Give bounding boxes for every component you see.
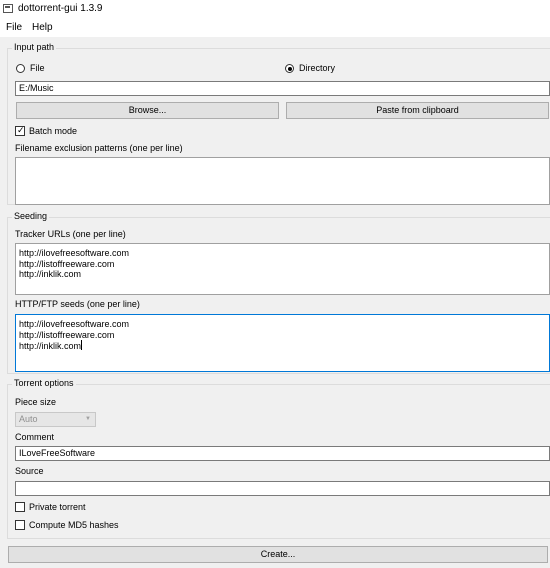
source-label: Source	[15, 466, 44, 476]
window-title: dottorrent-gui 1.3.9	[18, 3, 103, 14]
tracker-url-line: http://ilovefreesoftware.com	[19, 248, 130, 258]
input-path-group-title: Input path	[12, 42, 57, 52]
tracker-urls-label: Tracker URLs (one per line)	[15, 229, 126, 239]
paste-from-clipboard-button[interactable]: Paste from clipboard	[286, 102, 549, 119]
file-radio-label[interactable]: File	[30, 63, 45, 73]
exclusion-patterns-label: Filename exclusion patterns (one per lin…	[15, 143, 183, 153]
piece-size-select[interactable]: Auto ▼	[15, 412, 96, 427]
source-input[interactable]	[15, 481, 550, 496]
menu-bar: File Help	[0, 19, 550, 37]
seed-url-line: http://ilovefreesoftware.com	[19, 319, 130, 329]
private-torrent-label[interactable]: Private torrent	[29, 502, 86, 512]
piece-size-label: Piece size	[15, 397, 57, 407]
create-button[interactable]: Create...	[8, 546, 548, 563]
torrent-options-group-title: Torrent options	[12, 378, 76, 388]
comment-input[interactable]: ILoveFreeSoftware	[15, 446, 550, 461]
batch-mode-label[interactable]: Batch mode	[29, 126, 77, 136]
compute-md5-checkbox[interactable]	[15, 520, 25, 530]
path-input[interactable]: E:/Music	[15, 81, 550, 96]
torrent-options-group	[7, 384, 550, 539]
menu-help[interactable]: Help	[32, 22, 53, 33]
seeding-group-title: Seeding	[12, 211, 50, 221]
piece-size-value: Auto	[19, 414, 38, 424]
seed-url-line: http://inklik.com	[19, 340, 546, 352]
http-seeds-textarea[interactable]: http://ilovefreesoftware.com http://list…	[15, 314, 550, 372]
seed-url-text: http://inklik.com	[19, 341, 82, 351]
tracker-url-line: http://inklik.com	[19, 269, 82, 279]
seed-url-line: http://listoffreeware.com	[19, 329, 115, 340]
batch-mode-checkbox[interactable]: ✓	[15, 125, 25, 136]
tracker-url-line: http://listoffreeware.com	[19, 258, 115, 269]
private-torrent-checkbox[interactable]	[15, 502, 25, 512]
text-caret	[81, 340, 83, 350]
tracker-urls-textarea[interactable]: http://ilovefreesoftware.com http://list…	[15, 243, 550, 295]
app-icon	[3, 4, 13, 13]
menu-file[interactable]: File	[6, 22, 22, 33]
file-radio[interactable]	[16, 64, 25, 73]
http-seeds-label: HTTP/FTP seeds (one per line)	[15, 299, 140, 309]
exclusion-patterns-textarea[interactable]	[15, 157, 550, 205]
directory-radio[interactable]	[285, 64, 294, 73]
compute-md5-label[interactable]: Compute MD5 hashes	[29, 520, 119, 530]
comment-label: Comment	[15, 432, 55, 442]
directory-radio-label[interactable]: Directory	[299, 63, 335, 73]
chevron-down-icon: ▼	[85, 416, 91, 422]
check-icon: ✓	[17, 125, 25, 135]
title-bar: dottorrent-gui 1.3.9	[0, 0, 550, 19]
browse-button[interactable]: Browse...	[16, 102, 279, 119]
